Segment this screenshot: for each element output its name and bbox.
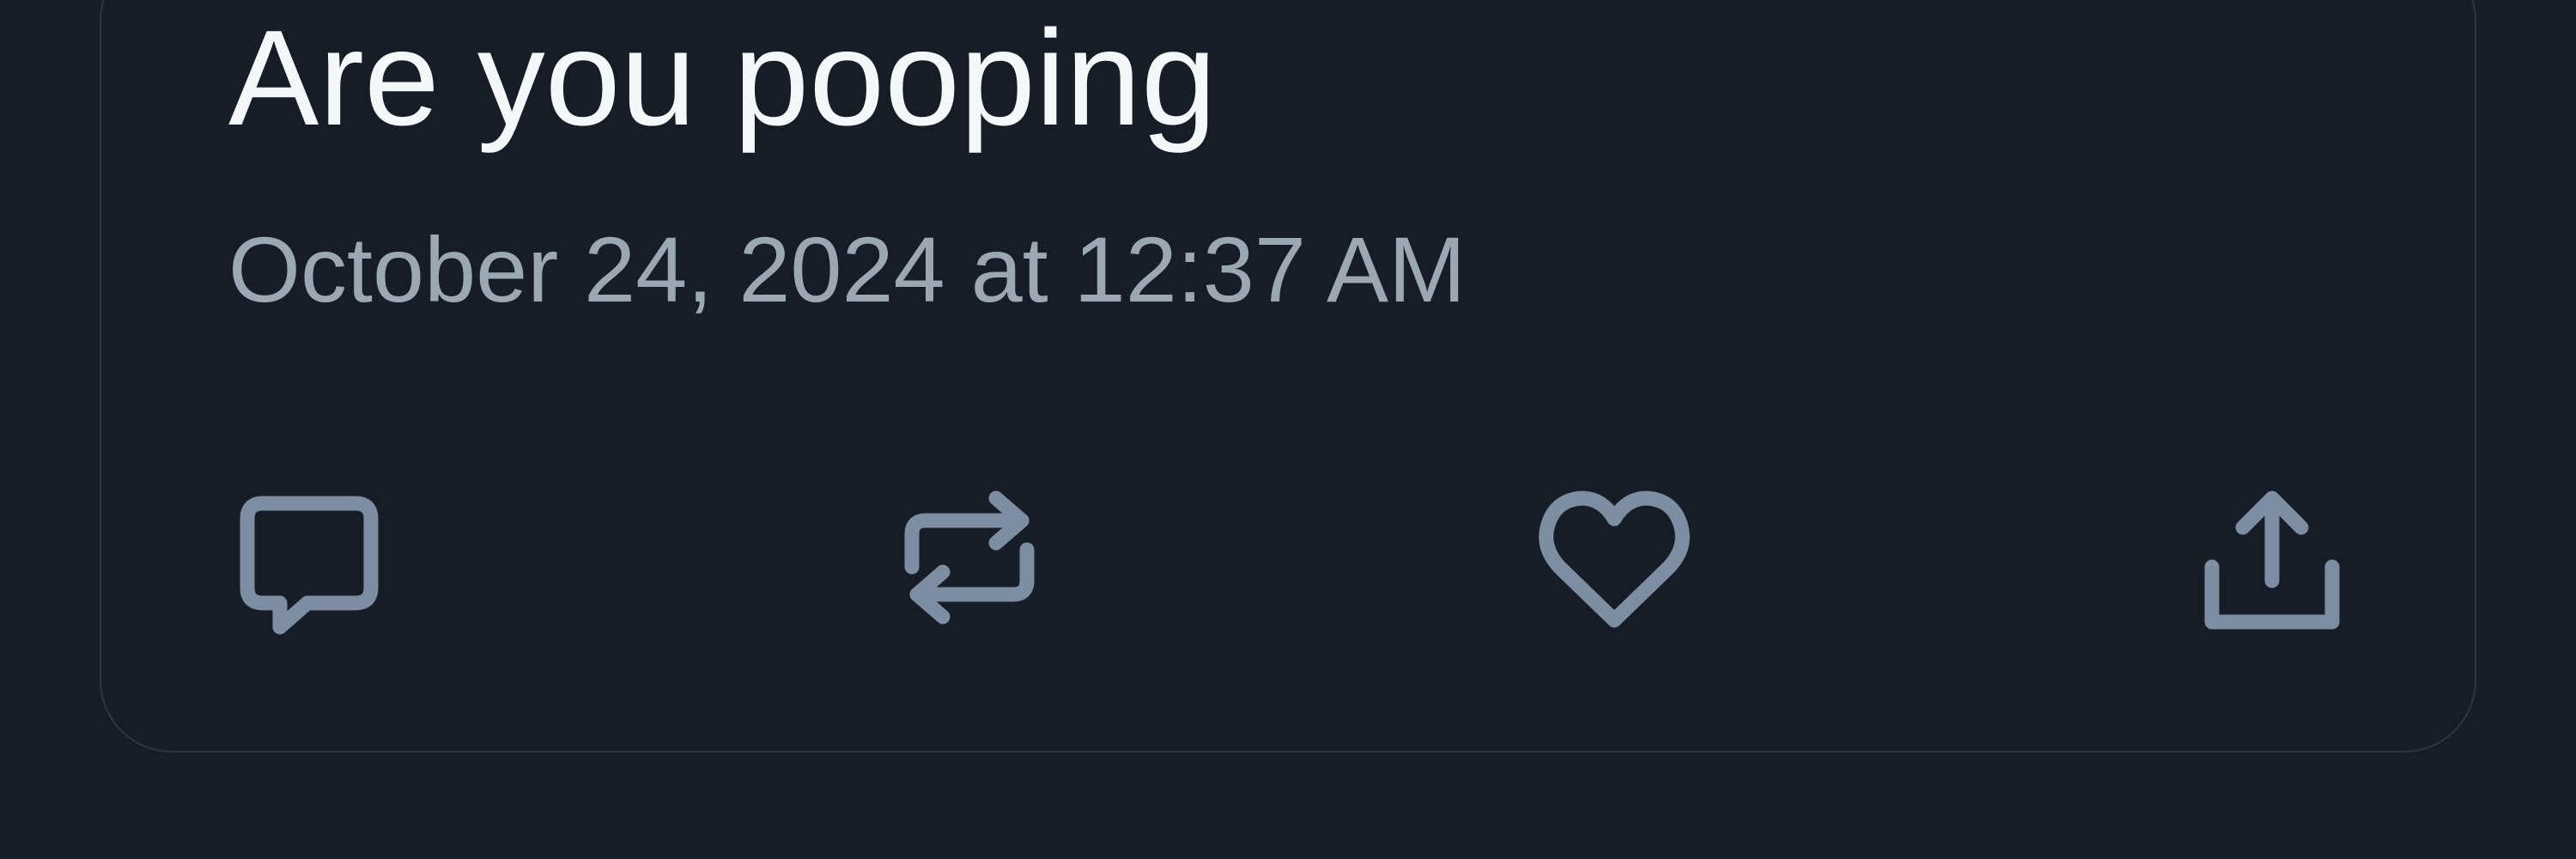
tweet-text: Are you pooping <box>228 3 1217 154</box>
share-button[interactable] <box>2195 484 2349 639</box>
tweet-card: Are you pooping October 24, 2024 at 12:3… <box>100 0 2476 752</box>
retweet-icon <box>904 490 1035 624</box>
like-button[interactable] <box>1537 484 1692 639</box>
reply-icon <box>240 496 379 635</box>
share-icon <box>2204 490 2340 630</box>
heart-icon <box>1539 490 1690 628</box>
tweet-timestamp: October 24, 2024 at 12:37 AM <box>228 217 1466 321</box>
screen: Are you pooping October 24, 2024 at 12:3… <box>0 0 2576 859</box>
retweet-button[interactable] <box>893 484 1048 639</box>
reply-button[interactable] <box>234 484 388 639</box>
